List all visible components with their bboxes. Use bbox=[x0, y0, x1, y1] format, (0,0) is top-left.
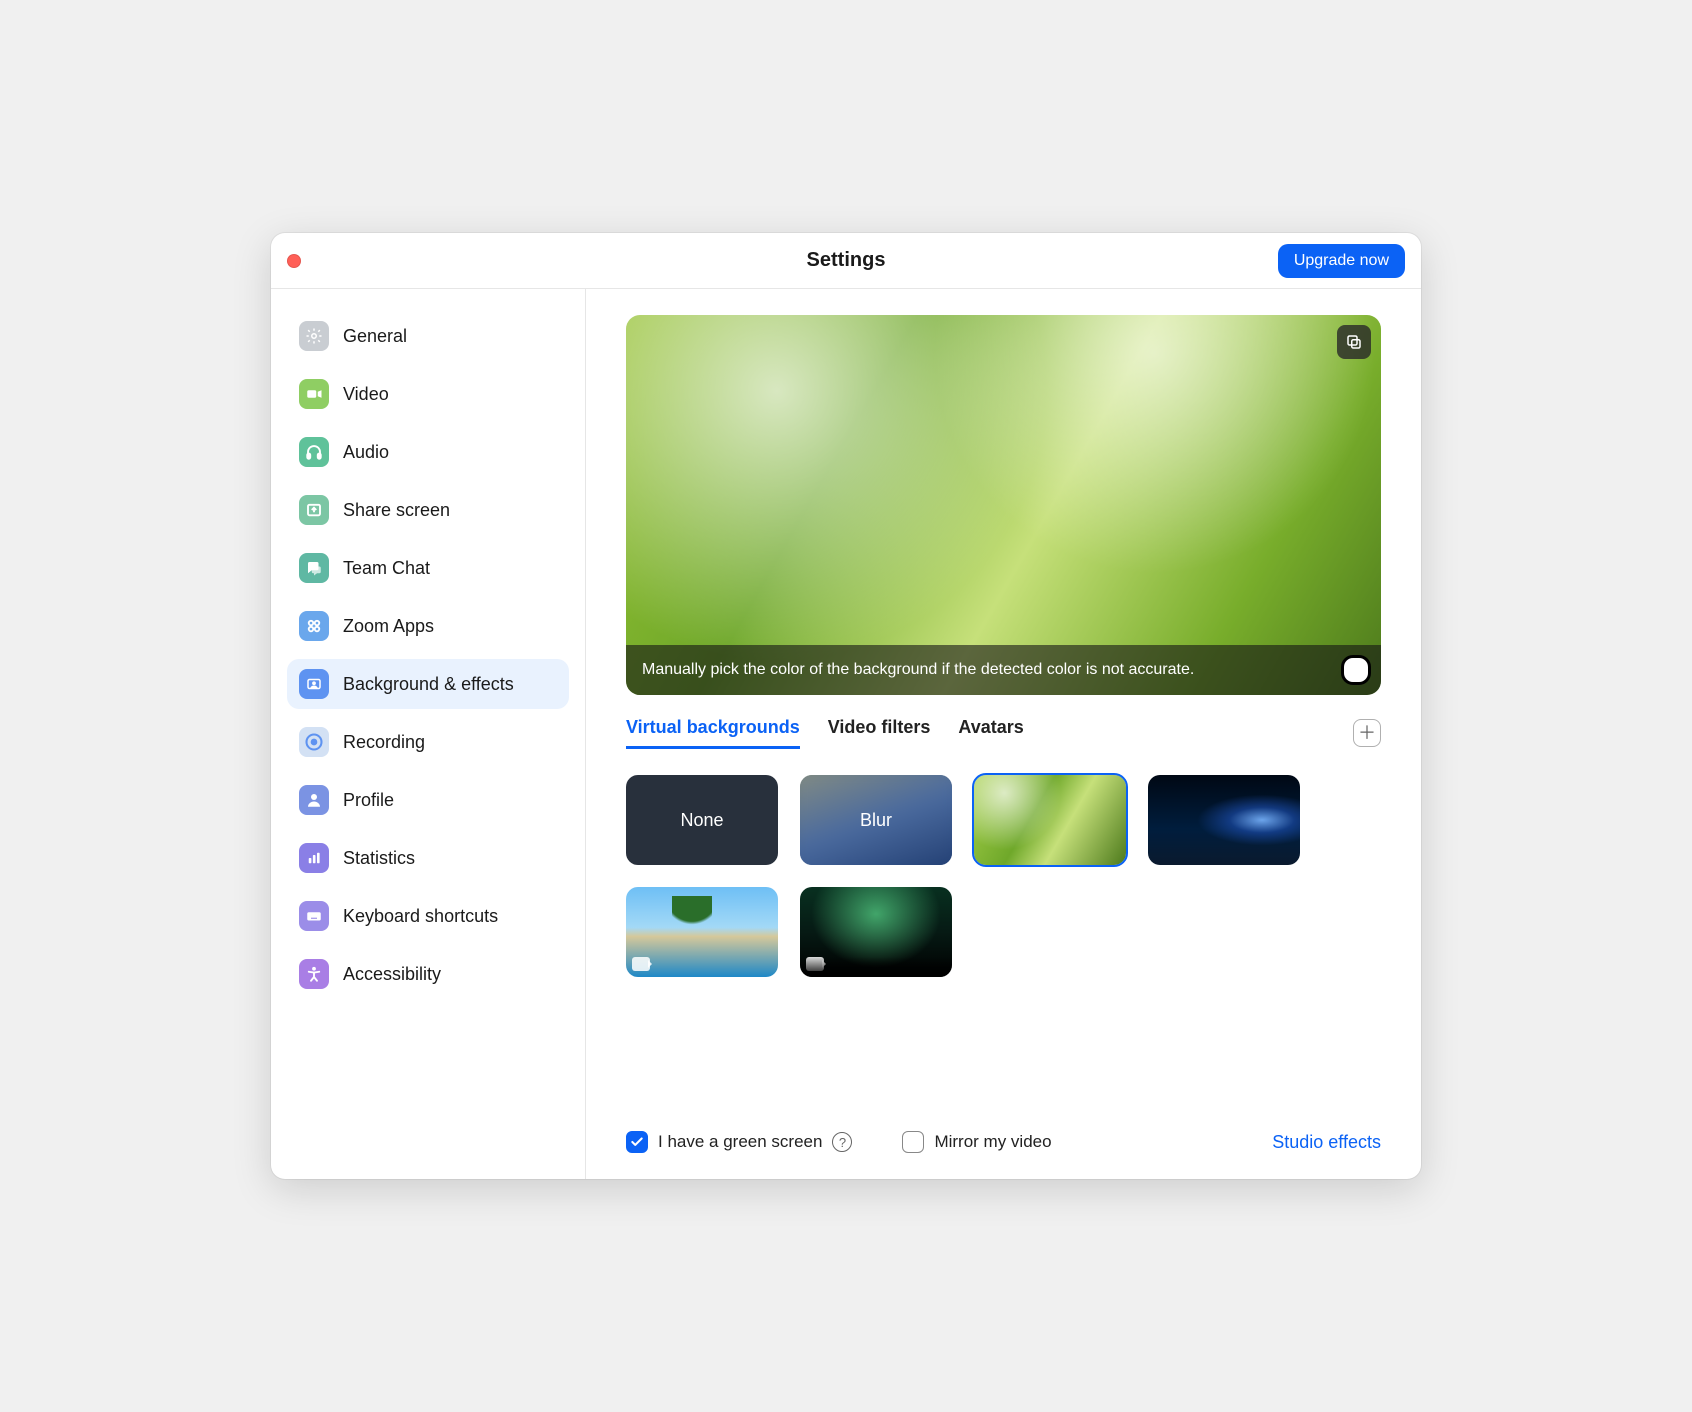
background-option-grass[interactable] bbox=[974, 775, 1126, 865]
background-option-label: Blur bbox=[860, 810, 892, 831]
tab-avatars[interactable]: Avatars bbox=[958, 717, 1023, 749]
sidebar-item-label: Profile bbox=[343, 790, 394, 811]
stats-icon bbox=[299, 843, 329, 873]
sidebar-item-label: Statistics bbox=[343, 848, 415, 869]
sidebar-item-label: Audio bbox=[343, 442, 389, 463]
sidebar-item-label: Background & effects bbox=[343, 674, 514, 695]
studio-effects-link[interactable]: Studio effects bbox=[1272, 1132, 1381, 1153]
upgrade-button[interactable]: Upgrade now bbox=[1278, 244, 1405, 278]
sidebar-item-label: Accessibility bbox=[343, 964, 441, 985]
tab-virtual-backgrounds[interactable]: Virtual backgrounds bbox=[626, 717, 800, 749]
rotate-icon bbox=[1345, 333, 1363, 351]
sidebar-item-statistics[interactable]: Statistics bbox=[287, 833, 569, 883]
video-icon bbox=[299, 379, 329, 409]
background-option-blur[interactable]: Blur bbox=[800, 775, 952, 865]
check-icon bbox=[630, 1135, 644, 1149]
tabs-bar: Virtual backgrounds Video filters Avatars ＋ bbox=[626, 717, 1381, 749]
rotate-camera-button[interactable] bbox=[1337, 325, 1371, 359]
footer-options: I have a green screen ? Mirror my video … bbox=[626, 1111, 1381, 1153]
pick-color-button[interactable] bbox=[1341, 655, 1371, 685]
headphones-icon bbox=[299, 437, 329, 467]
sidebar-item-recording[interactable]: Recording bbox=[287, 717, 569, 767]
sidebar-item-team-chat[interactable]: Team Chat bbox=[287, 543, 569, 593]
profile-icon bbox=[299, 785, 329, 815]
mirror-video-checkbox[interactable] bbox=[902, 1131, 924, 1153]
sidebar: General Video Audio Share screen Team Chat Zo… bbox=[271, 289, 586, 1179]
sidebar-item-share-screen[interactable]: Share screen bbox=[287, 485, 569, 535]
mirror-video-label: Mirror my video bbox=[934, 1132, 1051, 1152]
share-icon bbox=[299, 495, 329, 525]
background-option-aurora[interactable] bbox=[800, 887, 952, 977]
sidebar-item-accessibility[interactable]: Accessibility bbox=[287, 949, 569, 999]
apps-icon bbox=[299, 611, 329, 641]
titlebar: Settings Upgrade now bbox=[271, 233, 1421, 289]
green-screen-checkbox[interactable] bbox=[626, 1131, 648, 1153]
preview-tooltip-text: Manually pick the color of the backgroun… bbox=[642, 661, 1194, 678]
accessibility-icon bbox=[299, 959, 329, 989]
settings-window: Settings Upgrade now General Video Audio Sh… bbox=[271, 233, 1421, 1179]
background-option-label: None bbox=[680, 810, 723, 831]
sidebar-item-profile[interactable]: Profile bbox=[287, 775, 569, 825]
tab-video-filters[interactable]: Video filters bbox=[828, 717, 931, 749]
green-screen-label: I have a green screen bbox=[658, 1132, 822, 1152]
video-badge-icon bbox=[632, 957, 650, 971]
background-icon bbox=[299, 669, 329, 699]
sidebar-item-keyboard-shortcuts[interactable]: Keyboard shortcuts bbox=[287, 891, 569, 941]
sidebar-item-label: Keyboard shortcuts bbox=[343, 906, 498, 927]
keyboard-icon bbox=[299, 901, 329, 931]
main-content: Manually pick the color of the backgroun… bbox=[586, 289, 1421, 1179]
green-screen-help-icon[interactable]: ? bbox=[832, 1132, 852, 1152]
close-window-button[interactable] bbox=[287, 254, 301, 268]
sidebar-item-general[interactable]: General bbox=[287, 311, 569, 361]
sidebar-item-label: Team Chat bbox=[343, 558, 430, 579]
record-icon bbox=[299, 727, 329, 757]
preview-tooltip-strip: Manually pick the color of the backgroun… bbox=[626, 645, 1381, 695]
gear-icon bbox=[299, 321, 329, 351]
sidebar-item-zoom-apps[interactable]: Zoom Apps bbox=[287, 601, 569, 651]
background-grid: None Blur bbox=[626, 775, 1381, 977]
sidebar-item-background-effects[interactable]: Background & effects bbox=[287, 659, 569, 709]
sidebar-item-video[interactable]: Video bbox=[287, 369, 569, 419]
video-badge-icon bbox=[806, 957, 824, 971]
sidebar-item-label: General bbox=[343, 326, 407, 347]
sidebar-item-label: Zoom Apps bbox=[343, 616, 434, 637]
sidebar-item-label: Recording bbox=[343, 732, 425, 753]
sidebar-item-label: Video bbox=[343, 384, 389, 405]
background-option-earth[interactable] bbox=[1148, 775, 1300, 865]
background-option-none[interactable]: None bbox=[626, 775, 778, 865]
background-option-beach[interactable] bbox=[626, 887, 778, 977]
sidebar-item-label: Share screen bbox=[343, 500, 450, 521]
add-background-button[interactable]: ＋ bbox=[1353, 719, 1381, 747]
window-title: Settings bbox=[271, 249, 1421, 272]
sidebar-item-audio[interactable]: Audio bbox=[287, 427, 569, 477]
chat-icon bbox=[299, 553, 329, 583]
video-preview: Manually pick the color of the backgroun… bbox=[626, 315, 1381, 695]
